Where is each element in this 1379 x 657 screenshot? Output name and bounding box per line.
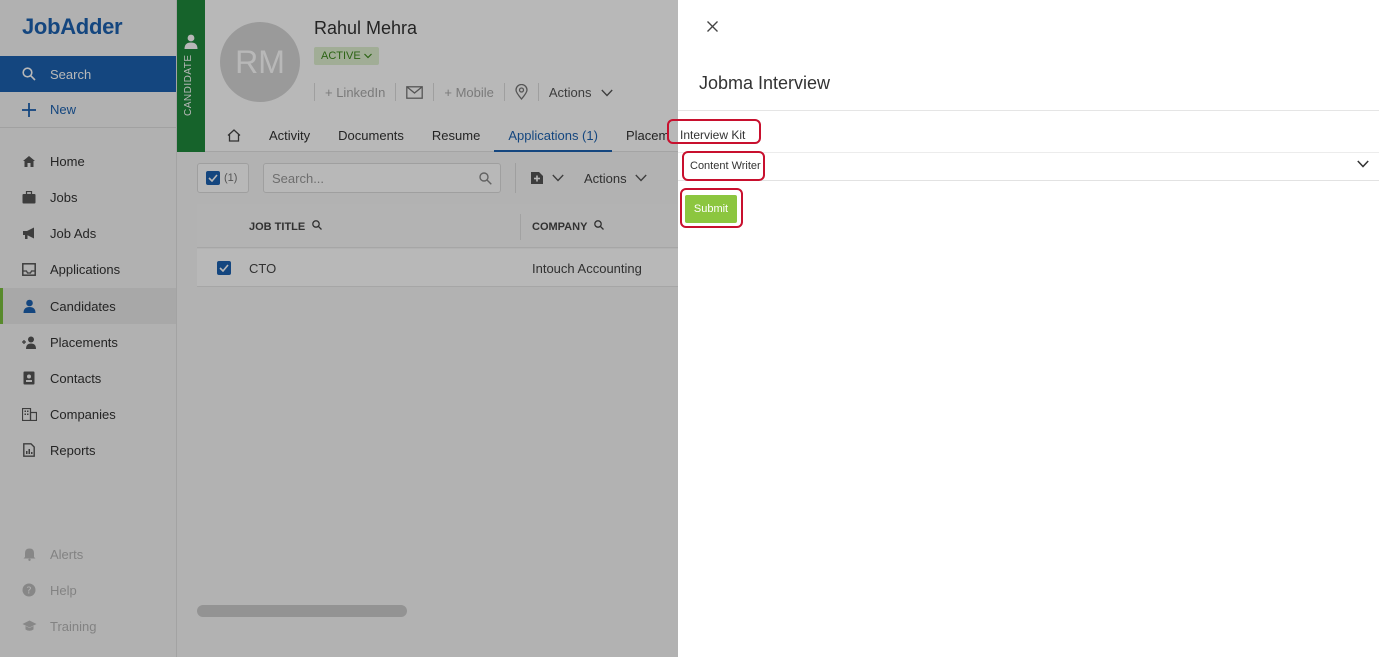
highlight-submit-button xyxy=(680,188,743,228)
close-button[interactable] xyxy=(702,16,722,36)
modal-backdrop[interactable] xyxy=(0,0,678,657)
interview-kit-select[interactable]: Content Writer xyxy=(678,153,1379,181)
highlight-interview-kit-label xyxy=(667,119,761,144)
close-icon xyxy=(706,20,718,32)
highlight-interview-kit-value xyxy=(682,151,765,181)
chevron-down-icon xyxy=(1357,160,1369,168)
divider xyxy=(678,110,1379,111)
panel-title: Jobma Interview xyxy=(699,73,831,93)
jobma-interview-panel: Jobma Interview Interview Kit Content Wr… xyxy=(667,0,1379,657)
